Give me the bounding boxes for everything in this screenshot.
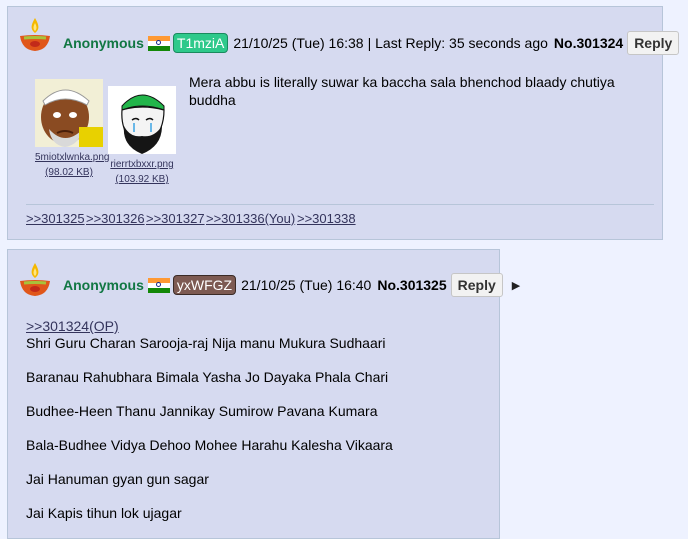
india-flag-icon xyxy=(147,277,170,293)
menu-arrow-icon[interactable]: ▶ xyxy=(512,279,520,292)
post-date: 21/10/25 (Tue) 16:40 xyxy=(241,277,372,293)
message-line: Shri Guru Charan Sarooja-raj Nija manu M… xyxy=(26,335,386,351)
reply-post: Anonymous yxWFGZ 21/10/25 (Tue) 16:40 No… xyxy=(7,249,520,539)
quote-link[interactable]: >>301324(OP) xyxy=(26,318,119,334)
backlink[interactable]: >>301325 xyxy=(26,211,85,226)
diya-icon xyxy=(20,18,50,51)
india-flag-icon xyxy=(147,35,170,51)
poster-name: Anonymous xyxy=(63,277,144,293)
message-line: Jai Kapis tihun lok ujagar xyxy=(26,505,182,521)
reply-button[interactable]: Reply xyxy=(627,31,680,55)
backlink[interactable]: >>301327 xyxy=(146,211,205,226)
message-line: Jai Hanuman gyan gun sagar xyxy=(26,471,209,487)
thumbnail-image-1[interactable] xyxy=(35,79,103,147)
post-message: Mera abbu is literally suwar ka baccha s… xyxy=(189,74,615,108)
poster-id[interactable]: T1mziA xyxy=(172,33,229,53)
backlink[interactable]: >>301326 xyxy=(86,211,145,226)
message-line: Baranau Rahubhara Bimala Yasha Jo Dayaka… xyxy=(26,369,389,385)
post-header: Anonymous yxWFGZ 21/10/25 (Tue) 16:40 No… xyxy=(63,273,520,297)
backlink[interactable]: >>301336(You) xyxy=(206,211,295,226)
backlink[interactable]: >>301338 xyxy=(297,211,356,226)
poster-id[interactable]: yxWFGZ xyxy=(172,275,237,295)
op-post: Anonymous T1mziA 21/10/25 (Tue) 16:38 | … xyxy=(7,6,680,240)
diya-icon xyxy=(20,263,50,296)
message-line: Bala-Budhee Vidya Dehoo Mohee Harahu Kal… xyxy=(26,437,393,453)
post-date: 21/10/25 (Tue) 16:38 xyxy=(233,35,364,51)
reply-button[interactable]: Reply xyxy=(450,273,503,297)
message-line: Budhee-Heen Thanu Jannikay Sumirow Pavan… xyxy=(26,403,378,419)
thumbnail-image-2[interactable] xyxy=(108,86,176,154)
post-number[interactable]: No.301325 xyxy=(377,277,446,293)
post-header: Anonymous T1mziA 21/10/25 (Tue) 16:38 | … xyxy=(63,31,688,55)
post-number[interactable]: No.301324 xyxy=(554,35,623,51)
file-1-link[interactable]: 5miotxlwnka.png (98.02 KB) xyxy=(35,150,109,180)
divider xyxy=(26,204,654,205)
poster-name: Anonymous xyxy=(63,35,144,51)
last-reply: | Last Reply: 35 seconds ago xyxy=(367,35,548,51)
file-2-link[interactable]: rierrtxbxxr.png (103.92 KB) xyxy=(104,157,180,187)
